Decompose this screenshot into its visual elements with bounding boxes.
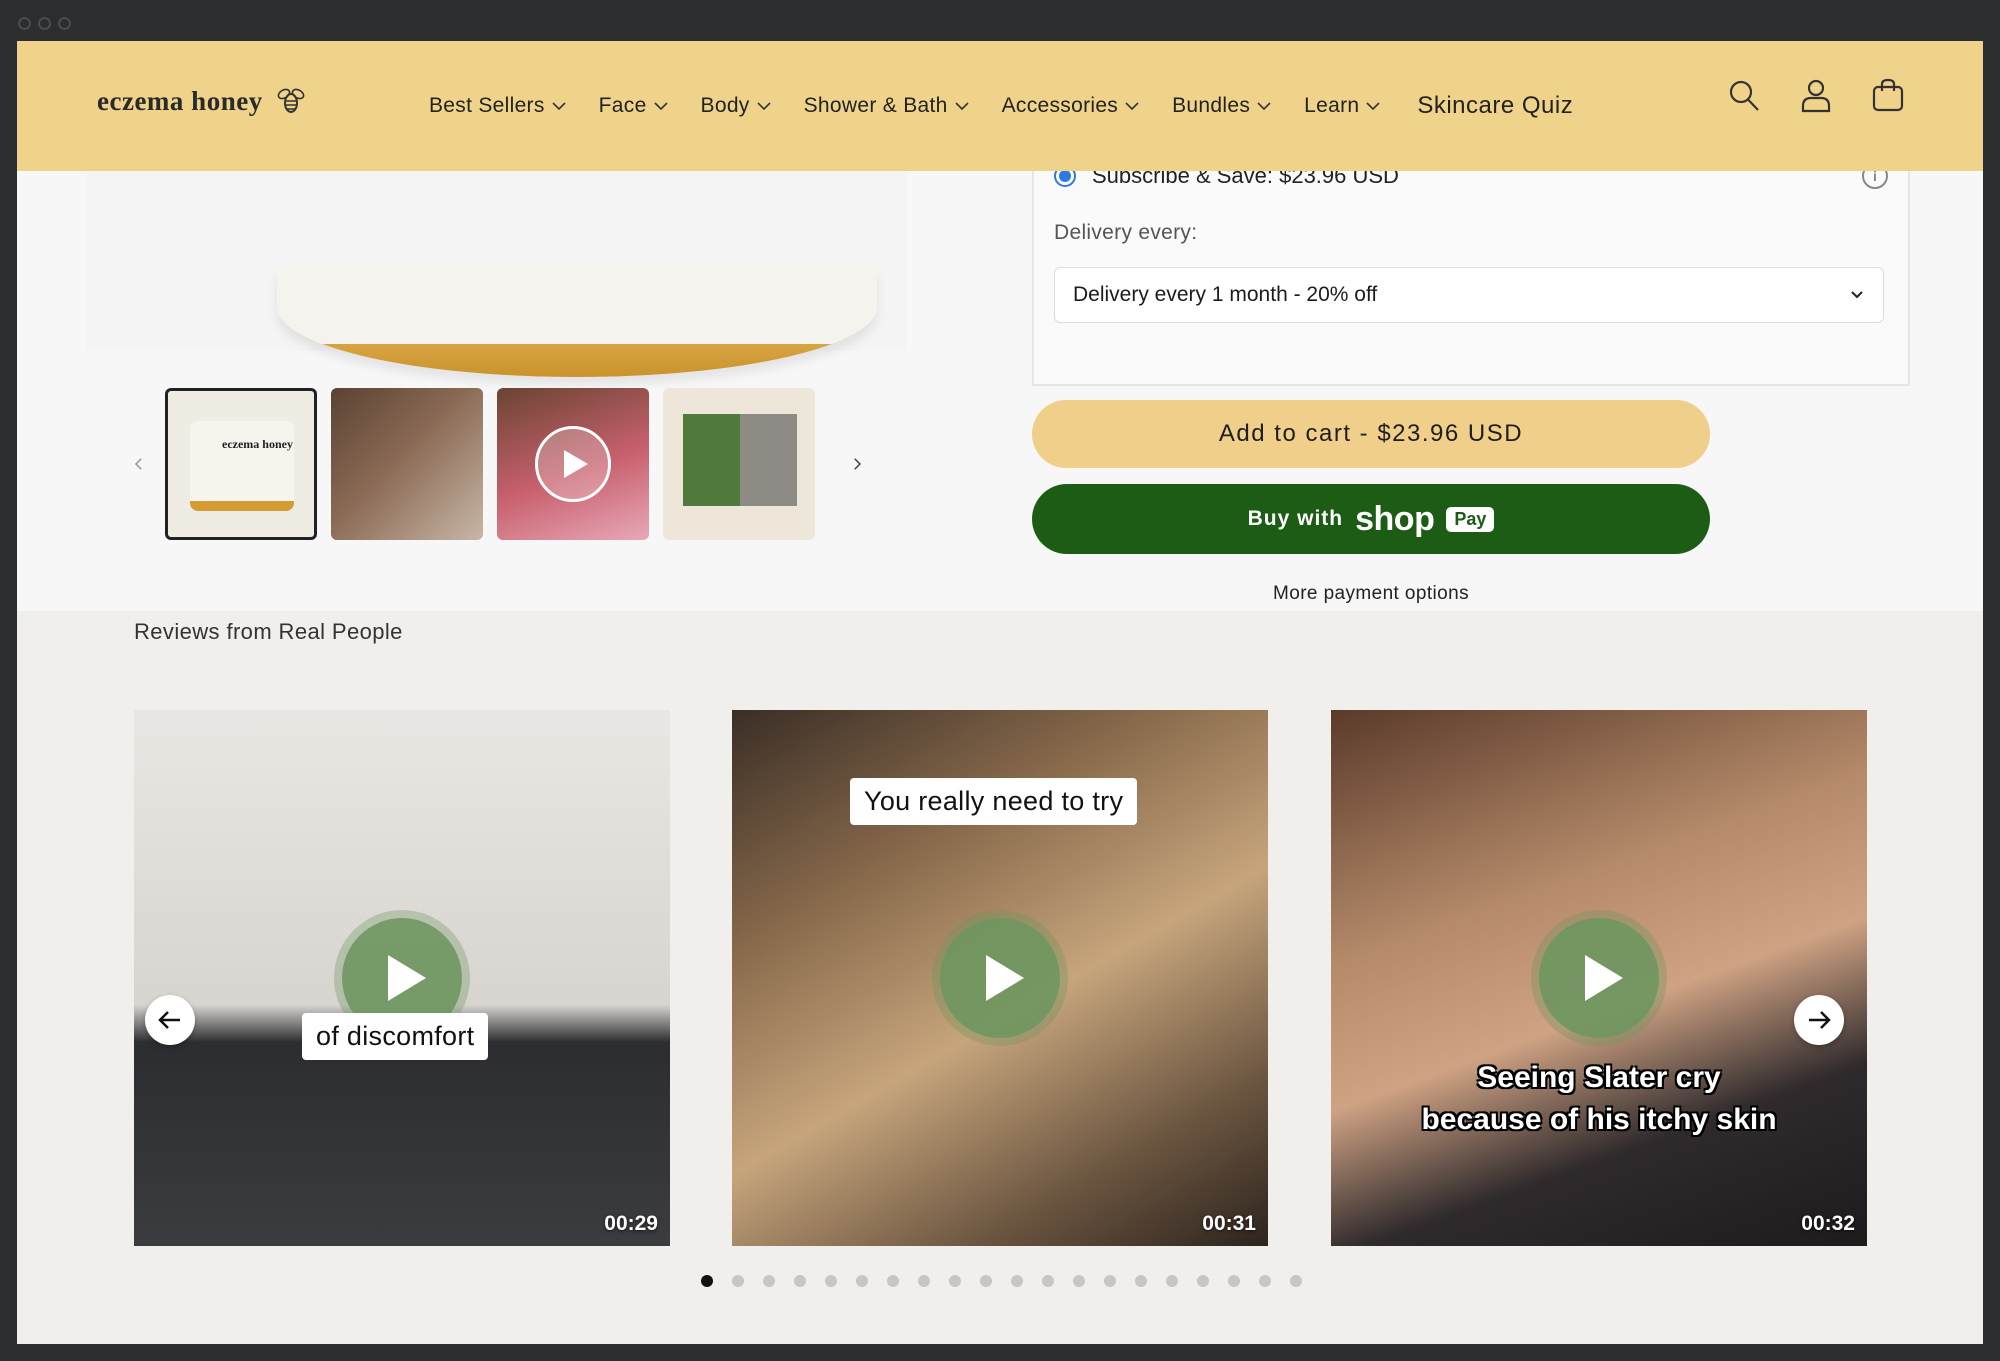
nav-label: Learn — [1304, 94, 1360, 117]
account-icon[interactable] — [1799, 77, 1833, 113]
carousel-dot[interactable] — [1073, 1275, 1085, 1287]
thumbnail-jar-image: eczema honey — [190, 421, 294, 511]
add-to-cart-button[interactable]: Add to cart - $23.96 USD — [1032, 400, 1710, 468]
thumbnail-2[interactable] — [331, 388, 483, 540]
carousel-dot[interactable] — [1011, 1275, 1023, 1287]
cart-icon[interactable] — [1871, 77, 1905, 113]
play-icon — [535, 426, 611, 502]
carousel-dot[interactable] — [1104, 1275, 1116, 1287]
site-header: eczema honey Best Sellers Face Body Show… — [17, 41, 1983, 171]
review-video-1[interactable]: of discomfort 00:29 — [134, 710, 670, 1246]
thumbnail-1[interactable]: eczema honey — [165, 388, 317, 540]
window-controls — [18, 17, 71, 30]
window-close-dot[interactable] — [18, 17, 31, 30]
chevron-down-icon — [1257, 102, 1271, 111]
shop-pay-buy-label: Buy with — [1247, 507, 1344, 530]
carousel-dot[interactable] — [732, 1275, 744, 1287]
carousel-dot[interactable] — [701, 1275, 713, 1287]
main-navigation: Best Sellers Face Body Shower & Bath Acc… — [429, 41, 1573, 171]
chevron-down-icon — [757, 102, 771, 111]
nav-bundles[interactable]: Bundles — [1172, 94, 1272, 118]
chevron-down-icon — [552, 102, 566, 111]
chevron-down-icon — [955, 102, 969, 111]
review-video-2[interactable]: You really need to try 00:31 — [732, 710, 1268, 1246]
header-actions — [1727, 77, 1905, 113]
chevron-down-icon — [1125, 102, 1139, 111]
nav-learn[interactable]: Learn — [1304, 94, 1381, 118]
brand-logo[interactable]: eczema honey — [97, 85, 307, 117]
browser-viewport: eczema honey Subscribe & Save: $23.96 US… — [17, 41, 1983, 1344]
brand-logo-text: eczema honey — [97, 85, 263, 116]
nav-label: Shower & Bath — [803, 94, 948, 117]
nav-accessories[interactable]: Accessories — [1002, 94, 1141, 118]
chevron-down-icon — [653, 102, 668, 111]
carousel-dot[interactable] — [1166, 1275, 1178, 1287]
carousel-dot[interactable] — [1135, 1275, 1147, 1287]
video-caption-line-2: because of his itchy skin — [1421, 1103, 1777, 1136]
carousel-dot[interactable] — [1197, 1275, 1209, 1287]
thumbnail-prev-arrow-icon[interactable] — [127, 452, 151, 476]
nav-best-sellers[interactable]: Best Sellers — [429, 94, 567, 118]
search-icon[interactable] — [1727, 77, 1761, 113]
carousel-dot[interactable] — [763, 1275, 775, 1287]
delivery-select-value: Delivery every 1 month - 20% off — [1073, 283, 1378, 306]
thumbnail-jar-label: eczema honey — [222, 437, 293, 451]
carousel-dot[interactable] — [1228, 1275, 1240, 1287]
carousel-dot[interactable] — [1290, 1275, 1302, 1287]
video-caption: of discomfort — [302, 1013, 489, 1060]
video-duration: 00:31 — [1202, 1212, 1256, 1235]
chevron-down-icon — [1366, 102, 1380, 111]
play-icon[interactable] — [940, 918, 1060, 1038]
video-caption-line-1: Seeing Slater cry — [1477, 1061, 1721, 1094]
thumbnail-3-video[interactable] — [497, 388, 649, 540]
carousel-dot[interactable] — [856, 1275, 868, 1287]
carousel-dot[interactable] — [949, 1275, 961, 1287]
thumbnail-image — [683, 414, 797, 506]
nav-skincare-quiz[interactable]: Skincare Quiz — [1417, 92, 1573, 120]
thumbnail-next-arrow-icon[interactable] — [845, 452, 869, 476]
delivery-label: Delivery every: — [1054, 221, 1198, 244]
video-caption: You really need to try — [850, 778, 1138, 825]
product-main-image — [87, 171, 907, 377]
carousel-next-arrow-icon[interactable] — [1794, 995, 1844, 1045]
carousel-dot[interactable] — [980, 1275, 992, 1287]
thumbnail-4[interactable] — [663, 388, 815, 540]
shop-pay-logo: shop — [1355, 499, 1435, 538]
carousel-pagination — [701, 1275, 1302, 1287]
delivery-frequency-select[interactable]: Delivery every 1 month - 20% off — [1054, 267, 1884, 323]
carousel-dot[interactable] — [887, 1275, 899, 1287]
video-duration: 00:32 — [1801, 1212, 1855, 1235]
window-minimize-dot[interactable] — [38, 17, 51, 30]
nav-label: Body — [700, 94, 750, 117]
carousel-dot[interactable] — [1259, 1275, 1271, 1287]
chevron-down-icon — [1851, 291, 1863, 299]
window-zoom-dot[interactable] — [58, 17, 71, 30]
carousel-dot[interactable] — [918, 1275, 930, 1287]
bee-icon — [277, 88, 305, 113]
shop-pay-badge: Pay — [1446, 506, 1495, 532]
more-payment-options-link[interactable]: More payment options — [1032, 583, 1710, 605]
reviews-title: Reviews from Real People — [134, 619, 403, 644]
thumbnail-strip: eczema honey — [127, 388, 869, 540]
carousel-dot[interactable] — [1042, 1275, 1054, 1287]
play-icon[interactable] — [1539, 918, 1659, 1038]
video-duration: 00:29 — [604, 1212, 658, 1235]
nav-face[interactable]: Face — [599, 94, 669, 118]
nav-shower-bath[interactable]: Shower & Bath — [804, 94, 970, 118]
nav-body[interactable]: Body — [701, 94, 772, 118]
shop-pay-button[interactable]: Buy with shop Pay — [1032, 484, 1710, 554]
review-video-3[interactable]: Seeing Slater cry because of his itchy s… — [1331, 710, 1867, 1246]
carousel-prev-arrow-icon[interactable] — [145, 995, 195, 1045]
nav-label: Bundles — [1172, 94, 1251, 117]
nav-label: Best Sellers — [429, 94, 545, 117]
carousel-dot[interactable] — [825, 1275, 837, 1287]
nav-label: Face — [598, 94, 647, 117]
nav-label: Accessories — [1001, 94, 1119, 117]
carousel-dot[interactable] — [794, 1275, 806, 1287]
